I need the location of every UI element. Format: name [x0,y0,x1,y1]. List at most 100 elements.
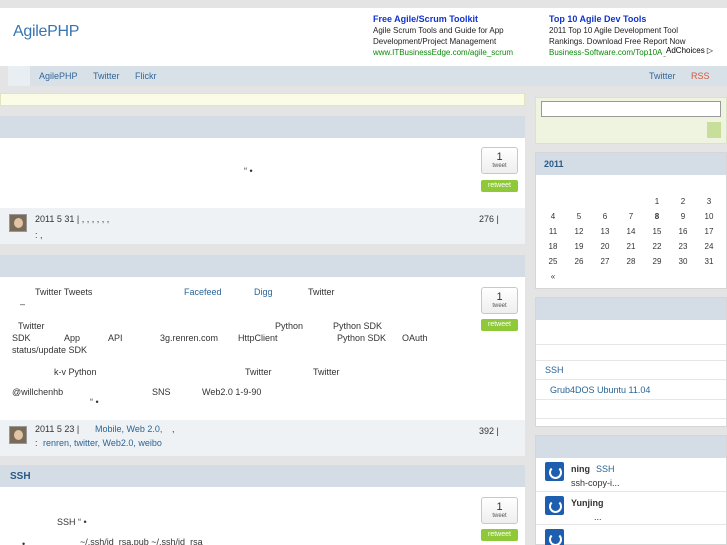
calendar-day: 14 [626,227,636,236]
nav-rss-link[interactable]: RSS [691,71,710,81]
post-text: Twitter [245,367,272,377]
ad-block-1[interactable]: Free Agile/Scrum Toolkit Agile Scrum Too… [373,14,543,57]
post-text: Python [275,321,304,331]
calendar-day: 28 [626,257,636,266]
tweet-count-box[interactable]: 1 tweet [481,147,518,174]
ad-title[interactable]: Top 10 Agile Dev Tools [549,14,719,25]
nav-home-tab[interactable] [8,66,30,86]
calendar-week: 25 26 27 28 29 30 31 [540,254,722,269]
post-text: SSH “ • [57,517,87,527]
tweet-count: 1 [496,151,503,163]
post-footer: 2011 5 31 | , , , , , , : , 276 | [0,208,525,244]
ad-url[interactable]: www.ITBusinessEdge.com/agile_scrum [373,47,543,57]
recent-posts-widget [535,297,727,427]
comment-excerpt: ssh-copy-i... [571,478,620,488]
calendar-day: 4 [550,212,556,221]
calendar-day: 26 [574,257,584,266]
post-meta-suffix: , [172,424,175,434]
post-text: Twitter [308,287,335,297]
search-button[interactable] [707,122,721,138]
post-text: @willchenhb [12,387,64,397]
calendar-day: 6 [602,212,608,221]
ad-text: Development/Project Management [373,37,497,46]
commenter-avatar-icon[interactable] [545,496,564,515]
search-input[interactable] [541,101,721,117]
post-title[interactable] [0,255,525,277]
recent-comments-widget [535,435,727,545]
comment-post-link[interactable]: SSH [596,464,615,474]
commenter-name[interactable]: ning [571,464,590,474]
calendar-week: 1 2 3 [540,194,722,209]
post-text: k-v Python [54,367,97,377]
post-body: “ • 1 tweet retweet [0,138,525,208]
tags-label: : [35,438,38,448]
calendar-day: 20 [600,242,610,251]
calendar-week: 4 5 6 7 8 9 10 [540,209,722,224]
calendar-day: 9 [680,212,686,221]
author-avatar[interactable] [9,426,27,444]
nav-item-twitter[interactable]: Twitter [93,71,120,81]
nav-item-flickr[interactable]: Flickr [135,71,157,81]
retweet-button[interactable]: retweet [481,180,518,192]
recent-posts-title [536,298,726,320]
calendar-week: 11 12 13 14 15 16 17 [540,224,722,239]
calendar-day-linked[interactable]: 8 [644,209,670,224]
post-text: ~/.ssh/id_rsa.pub ~/.ssh/id_rsa [80,537,203,545]
tweet-count: 1 [496,501,503,513]
post-text: Twitter [18,321,45,331]
retweet-button[interactable]: retweet [481,529,518,541]
post-text: SDK [12,333,31,343]
calendar-day: 3 [706,197,712,206]
author-avatar[interactable] [9,214,27,232]
tweet-count-box[interactable]: 1 tweet [481,497,518,524]
tweet-count-box[interactable]: 1 tweet [481,287,518,314]
calendar-day: 2 [680,197,686,206]
post-text: Web2.0 1-9-90 [202,387,262,397]
nav-item-agilephp[interactable]: AgilePHP [39,71,78,81]
post-text: “ • [244,166,253,176]
commenter-avatar-icon[interactable] [545,529,564,545]
post-category-links[interactable]: Mobile, Web 2.0, [95,424,162,434]
calendar-prev-link[interactable]: « [540,269,566,284]
post-title[interactable]: SSH [0,465,525,487]
post-text: – [20,299,26,309]
post-body: Twitter Tweets Facefeed Digg Twitter – T… [0,277,525,420]
post-text: “ • [90,397,99,407]
calendar-day: 15 [652,227,662,236]
recent-post-link[interactable]: Grub4DOS Ubuntu 11.04 [550,385,650,395]
adchoices-button[interactable]: AdChoices ▷ [662,45,718,56]
post-title[interactable] [0,116,525,138]
divider [536,360,726,361]
divider [536,399,726,400]
calendar-day: 30 [678,257,688,266]
calendar-day [540,194,566,209]
recent-post-link[interactable]: SSH [545,365,564,375]
site-logo[interactable]: AgilePHP [13,23,79,41]
facefeed-link[interactable]: Facefeed [184,287,222,297]
ad-title[interactable]: Free Agile/Scrum Toolkit [373,14,543,25]
bullet-icon: • [22,539,26,545]
calendar-day: 19 [574,242,584,251]
post-tag-links[interactable]: renren, twitter, Web2.0, weibo [43,438,162,448]
calendar-day [566,194,592,209]
divider [536,344,726,345]
calendar-day: 13 [600,227,610,236]
nav-twitter-link[interactable]: Twitter [649,71,676,81]
tweet-label: tweet [492,163,507,169]
post-views: 392 | [479,426,499,436]
calendar-day [618,194,644,209]
divider [536,491,726,492]
post-meta: 2011 5 31 | , , , , , , [35,214,110,224]
post-text: HttpClient [238,333,278,343]
calendar-day: 22 [652,242,662,251]
divider [536,418,726,419]
digg-link[interactable]: Digg [254,287,273,297]
commenter-name[interactable]: Yunjing [571,498,604,508]
post-text: Python SDK [333,321,383,331]
commenter-avatar-icon[interactable] [545,462,564,481]
calendar-day: 10 [704,212,714,221]
post-text: Twitter [313,367,340,377]
retweet-button[interactable]: retweet [481,319,518,331]
post-date: 2011 5 23 | [35,424,80,434]
notice-bar [0,93,525,106]
